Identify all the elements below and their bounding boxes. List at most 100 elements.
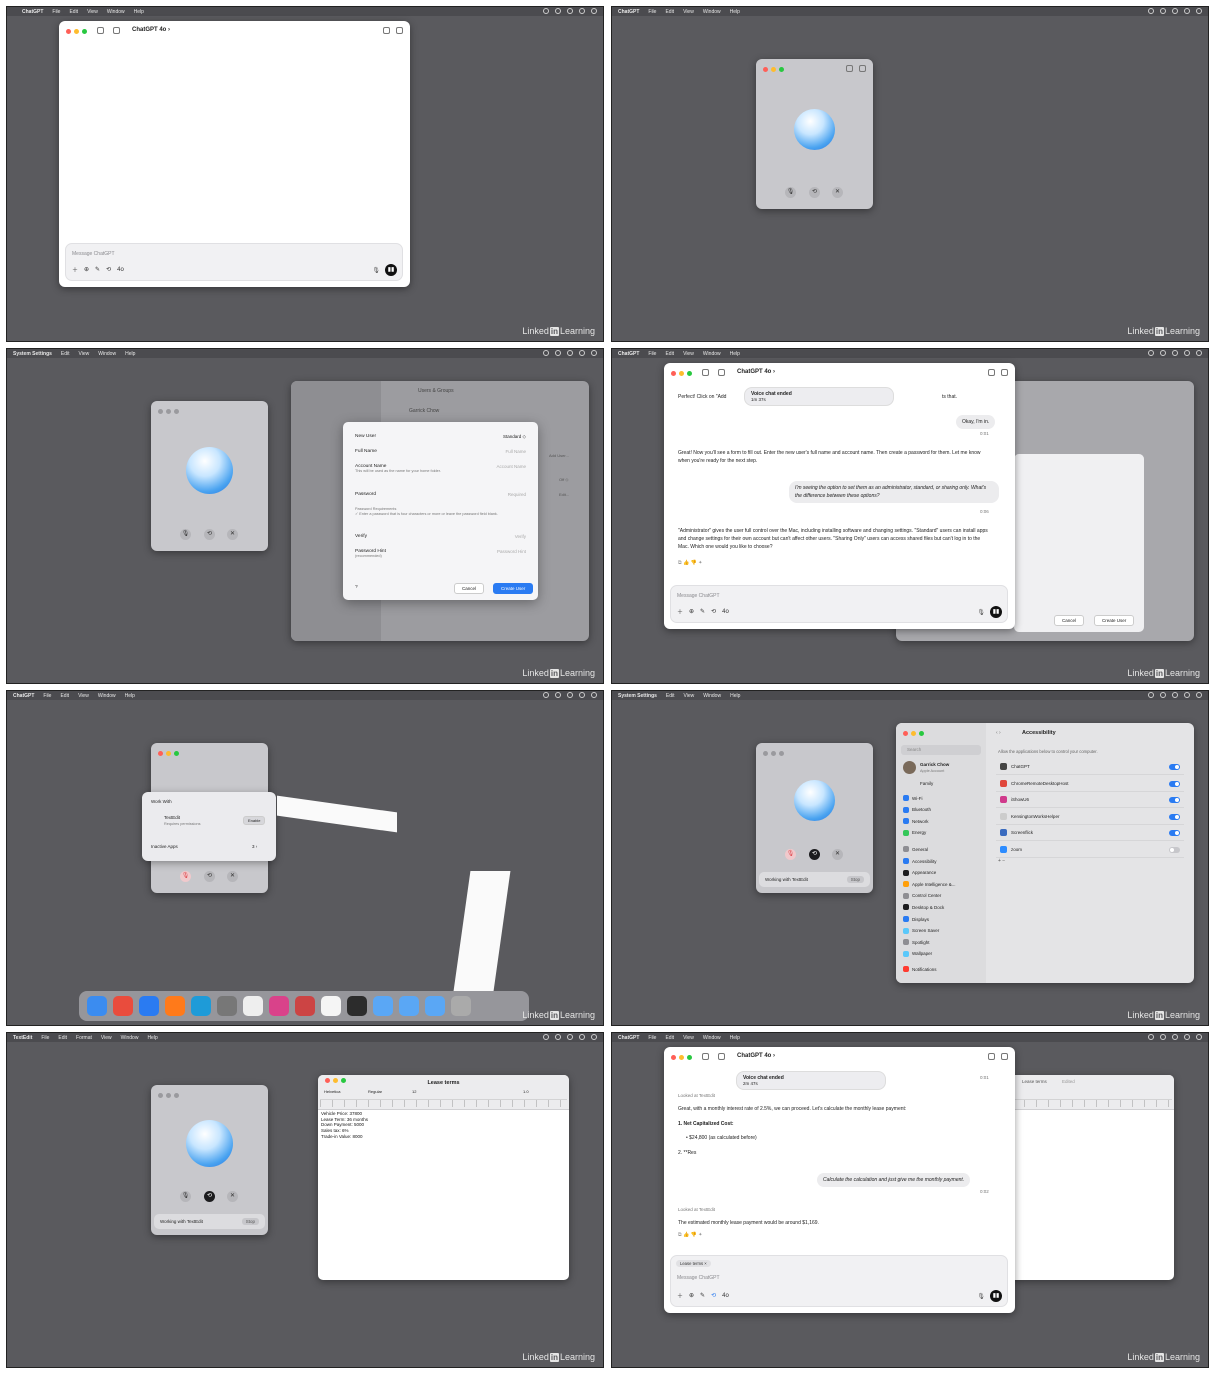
enable-button[interactable]: Enable bbox=[243, 816, 266, 825]
create-user-button[interactable]: Create User bbox=[493, 583, 534, 594]
sidebar-item[interactable]: Spotlight bbox=[903, 939, 930, 946]
downloads-folder-icon[interactable] bbox=[425, 996, 445, 1016]
chrome-icon[interactable] bbox=[113, 996, 133, 1016]
menu-help[interactable]: Help bbox=[730, 1035, 740, 1041]
popout-icon[interactable] bbox=[1001, 1053, 1008, 1060]
voice-mode-button[interactable]: ▮▮ bbox=[990, 606, 1002, 618]
verify-input[interactable]: Verify bbox=[515, 534, 526, 539]
message-composer[interactable]: Message ChatGPT ＋ ⊕ ✎ ⟲ 4o 🎙 ▮▮ bbox=[65, 243, 403, 281]
screenflick-icon[interactable] bbox=[295, 996, 315, 1016]
inactive-apps-label[interactable]: Inactive Apps bbox=[151, 843, 178, 851]
menu-app-name[interactable]: ChatGPT bbox=[618, 1035, 639, 1041]
edit-button[interactable]: Edit... bbox=[559, 491, 569, 499]
traffic-lights[interactable] bbox=[763, 67, 784, 72]
bg-cancel-button[interactable]: Cancel bbox=[1054, 615, 1085, 626]
menu-format[interactable]: Format bbox=[76, 1035, 92, 1041]
mic-button[interactable]: 🎙 bbox=[180, 529, 191, 540]
menu-edit[interactable]: Edit bbox=[665, 1035, 674, 1041]
off-select[interactable]: Off ◇ bbox=[559, 476, 568, 484]
menu-edit[interactable]: Edit bbox=[665, 351, 674, 357]
menu-edit[interactable]: Edit bbox=[61, 351, 70, 357]
menu-app-name[interactable]: TextEdit bbox=[13, 1035, 32, 1041]
menu-window[interactable]: Window bbox=[121, 1035, 139, 1041]
work-with-button[interactable]: ⟲ bbox=[204, 871, 215, 882]
close-voice-button[interactable]: ✕ bbox=[832, 849, 843, 860]
sidebar-item[interactable]: Accessibility bbox=[903, 858, 937, 864]
menu-app-name[interactable]: ChatGPT bbox=[618, 351, 639, 357]
font-family-select[interactable]: Helvetica bbox=[324, 1088, 340, 1096]
tools-icon[interactable]: ✎ bbox=[700, 608, 705, 615]
tools-icon[interactable]: ✎ bbox=[700, 1292, 705, 1299]
chatgpt-icon[interactable] bbox=[243, 996, 263, 1016]
traffic-lights[interactable] bbox=[158, 409, 179, 414]
mic-icon[interactable]: 🎙 bbox=[977, 1293, 985, 1300]
close-voice-button[interactable]: ✕ bbox=[832, 187, 843, 198]
message-composer[interactable]: Message ChatGPT ＋ ⊕ ✎ ⟲ 4o 🎙 ▮▮ bbox=[670, 585, 1008, 623]
accessibility-toggle[interactable] bbox=[1169, 813, 1180, 820]
menu-file[interactable]: File bbox=[648, 1035, 656, 1041]
work-with-active-button[interactable]: ⟲ bbox=[204, 1191, 215, 1202]
menu-help[interactable]: Help bbox=[125, 693, 135, 699]
menu-file[interactable]: File bbox=[43, 693, 51, 699]
stop-button[interactable]: Stop bbox=[846, 876, 864, 883]
sidebar-item[interactable]: Displays bbox=[903, 916, 929, 922]
full-name-input[interactable]: Full Name bbox=[505, 449, 526, 454]
menu-edit[interactable]: Edit bbox=[69, 9, 78, 15]
accessibility-toggle[interactable] bbox=[1169, 764, 1180, 770]
safari-icon[interactable] bbox=[139, 996, 159, 1016]
menu-edit[interactable]: Edit bbox=[60, 693, 69, 699]
menu-view[interactable]: View bbox=[79, 351, 90, 357]
menu-help[interactable]: Help bbox=[147, 1035, 157, 1041]
popout-icon[interactable] bbox=[1001, 369, 1008, 376]
sidebar-toggle-icon[interactable] bbox=[702, 1053, 709, 1060]
model-badge[interactable]: 4o bbox=[722, 1293, 729, 1299]
model-badge[interactable]: 4o bbox=[722, 609, 729, 615]
traffic-lights[interactable] bbox=[763, 751, 784, 756]
menu-edit[interactable]: Edit bbox=[665, 9, 674, 15]
menu-app-name[interactable]: System Settings bbox=[618, 693, 657, 699]
message-input[interactable]: Message ChatGPT bbox=[72, 251, 115, 257]
settings-icon[interactable] bbox=[859, 65, 866, 72]
stop-button[interactable]: Stop bbox=[241, 1218, 259, 1225]
window-title[interactable]: ChatGPT 4o › bbox=[132, 27, 170, 33]
font-size-select[interactable]: 12 bbox=[412, 1088, 416, 1096]
voice-mode-button[interactable]: ▮▮ bbox=[990, 1290, 1002, 1302]
sidebar-item[interactable]: Control Center bbox=[903, 892, 941, 899]
sidebar-item[interactable]: Bluetooth bbox=[903, 806, 931, 813]
menu-window[interactable]: Window bbox=[703, 9, 721, 15]
sidebar-item[interactable]: Apple Intelligence &... bbox=[903, 881, 956, 888]
work-with-active-button[interactable]: ⟲ bbox=[809, 849, 820, 860]
menu-view[interactable]: View bbox=[87, 9, 98, 15]
line-spacing-select[interactable]: 1.0 bbox=[523, 1088, 529, 1096]
help-button[interactable]: ? bbox=[355, 585, 358, 590]
voice-mode-button[interactable]: ▮▮ bbox=[385, 264, 397, 276]
menu-window[interactable]: Window bbox=[98, 693, 116, 699]
password-hint-input[interactable]: Password Hint bbox=[497, 549, 526, 554]
password-input[interactable]: Required bbox=[508, 492, 526, 497]
menu-file[interactable]: File bbox=[41, 1035, 49, 1041]
menu-window[interactable]: Window bbox=[703, 351, 721, 357]
cancel-button[interactable]: Cancel bbox=[454, 583, 485, 594]
menu-help[interactable]: Help bbox=[134, 9, 144, 15]
menu-window[interactable]: Window bbox=[703, 1035, 721, 1041]
traffic-lights[interactable] bbox=[903, 731, 924, 736]
menu-app-name[interactable]: ChatGPT bbox=[22, 9, 43, 15]
mic-muted-button[interactable]: 🎙 bbox=[180, 871, 191, 882]
plus-icon[interactable]: ＋ bbox=[677, 1291, 683, 1300]
bg-create-user-button[interactable]: Create User bbox=[1094, 615, 1135, 626]
font-style-select[interactable]: Regular bbox=[368, 1088, 382, 1096]
menu-view[interactable]: View bbox=[683, 9, 694, 15]
menu-app-name[interactable]: ChatGPT bbox=[618, 9, 639, 15]
applications-folder-icon[interactable] bbox=[373, 996, 393, 1016]
globe-icon[interactable]: ⊕ bbox=[689, 1292, 694, 1299]
textedit-icon[interactable] bbox=[321, 996, 341, 1016]
menu-view[interactable]: View bbox=[683, 1035, 694, 1041]
menu-file[interactable]: File bbox=[52, 9, 60, 15]
new-chat-icon[interactable] bbox=[718, 1053, 725, 1060]
tools-icon[interactable]: ✎ bbox=[95, 266, 100, 273]
sidebar-item[interactable]: General bbox=[903, 846, 928, 853]
mic-button[interactable]: 🎙 bbox=[180, 1191, 191, 1202]
accessibility-toggle[interactable] bbox=[1169, 797, 1180, 803]
message-composer[interactable]: Lease terms × Message ChatGPT ＋ ⊕ ✎ ⟲ 4o… bbox=[670, 1255, 1008, 1307]
new-chat-icon[interactable] bbox=[113, 27, 120, 34]
